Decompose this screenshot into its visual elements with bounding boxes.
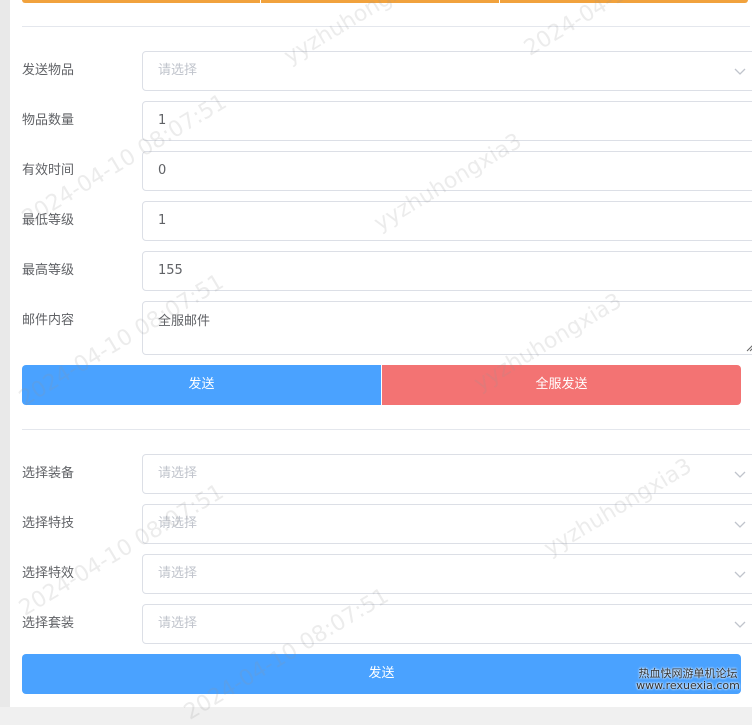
- equip-select[interactable]: 请选择: [142, 454, 752, 494]
- send-all-button[interactable]: 全服发送: [382, 365, 741, 405]
- effect-select[interactable]: 请选择: [142, 554, 752, 594]
- effect-row: 选择特效 请选择: [22, 554, 752, 594]
- suit-row: 选择套装 请选择: [22, 604, 752, 644]
- resize-grip-icon[interactable]: [745, 343, 752, 352]
- valid-time-value: 0: [158, 163, 167, 178]
- max-level-row: 最高等级 155: [22, 251, 752, 291]
- valid-time-row: 有效时间 0: [22, 151, 752, 191]
- min-level-row: 最低等级 1: [22, 201, 752, 241]
- valid-time-label: 有效时间: [22, 163, 75, 178]
- left-edge: [0, 0, 10, 707]
- mail-content-row: 邮件内容 全服邮件: [22, 301, 752, 355]
- send-item-row: 发送物品 请选择: [22, 51, 752, 91]
- mail-content-value: 全服邮件: [158, 314, 211, 329]
- equip-label: 选择装备: [22, 466, 75, 481]
- suit-placeholder: 请选择: [158, 616, 198, 631]
- effect-placeholder: 请选择: [158, 566, 198, 581]
- send-item-placeholder: 请选择: [158, 63, 198, 78]
- skill-select[interactable]: 请选择: [142, 504, 752, 544]
- chevron-down-icon: [734, 68, 746, 75]
- top-divider: [22, 26, 750, 27]
- max-level-value: 155: [158, 263, 183, 278]
- equip-row: 选择装备 请选择: [22, 454, 752, 494]
- mail-content-label: 邮件内容: [22, 313, 75, 328]
- qty-row: 物品数量 1: [22, 101, 752, 141]
- send-button[interactable]: 发送: [22, 365, 381, 405]
- max-level-input[interactable]: 155: [142, 251, 752, 291]
- suit-label: 选择套装: [22, 616, 75, 631]
- section-divider: [22, 429, 750, 430]
- min-level-label: 最低等级: [22, 213, 75, 228]
- chevron-down-icon: [734, 521, 746, 528]
- send-item-label: 发送物品: [22, 63, 75, 78]
- site-badge: 热血快网游单机论坛 www.rexuexia.com: [628, 668, 748, 698]
- skill-placeholder: 请选择: [158, 516, 198, 531]
- qty-label: 物品数量: [22, 113, 75, 128]
- chevron-down-icon: [734, 571, 746, 578]
- mail-content-textarea[interactable]: 全服邮件: [142, 301, 752, 355]
- skill-label: 选择特技: [22, 516, 75, 531]
- qty-value: 1: [158, 113, 167, 128]
- valid-time-input[interactable]: 0: [142, 151, 752, 191]
- max-level-label: 最高等级: [22, 263, 75, 278]
- chevron-down-icon: [734, 471, 746, 478]
- equip-placeholder: 请选择: [158, 466, 198, 481]
- qty-input[interactable]: 1: [142, 101, 752, 141]
- top-tab-strip: [22, 0, 748, 3]
- skill-row: 选择特技 请选择: [22, 504, 752, 544]
- chevron-down-icon: [734, 621, 746, 628]
- effect-label: 选择特效: [22, 566, 75, 581]
- suit-select[interactable]: 请选择: [142, 604, 752, 644]
- site-badge-url: www.rexuexia.com: [636, 679, 740, 692]
- min-level-input[interactable]: 1: [142, 201, 752, 241]
- send-item-select[interactable]: 请选择: [142, 51, 752, 91]
- min-level-value: 1: [158, 213, 167, 228]
